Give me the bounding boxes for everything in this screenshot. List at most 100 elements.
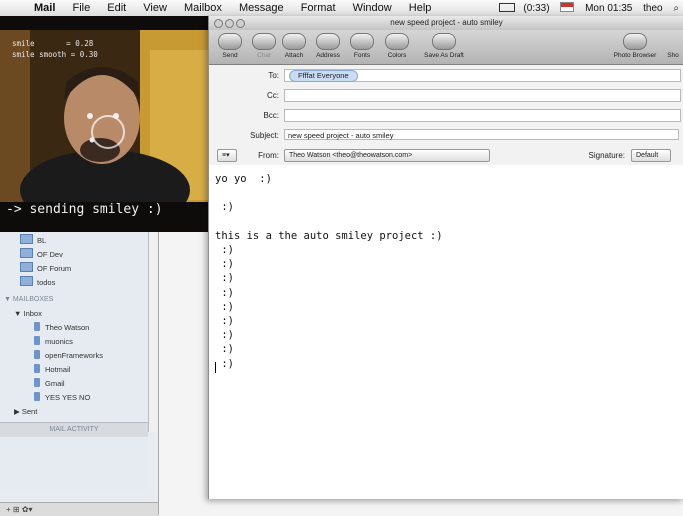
recipient-token[interactable]: Ffffat Everyone <box>289 70 358 82</box>
mailbox-icon <box>34 336 40 345</box>
webcam-overlay: smile = 0.28 smile smooth = 0.30 -> send… <box>0 16 208 232</box>
folder-icon <box>20 262 33 272</box>
sidebar-scrollbar[interactable] <box>148 232 157 432</box>
menu-window[interactable]: Window <box>353 2 392 14</box>
menu-view[interactable]: View <box>143 2 167 14</box>
mailboxes-header[interactable]: ▼ MAILBOXES <box>4 293 53 306</box>
colors-label: Colors <box>387 52 407 59</box>
menu-file[interactable]: File <box>72 2 90 14</box>
inbox-label: ▼ Inbox <box>14 309 42 318</box>
menu-list: Mail File Edit View Mailbox Message Form… <box>34 2 445 14</box>
chat-button[interactable]: Chat <box>247 33 281 59</box>
compose-titlebar[interactable]: new speed project - auto smiley <box>209 16 683 30</box>
battery-time: (0:33) <box>523 3 550 14</box>
smile-readout: smile = 0.28 smile smooth = 0.30 <box>12 39 98 59</box>
address-book-icon <box>316 33 340 50</box>
send-icon <box>218 33 242 50</box>
sidebar-action-bar[interactable]: + ⊞ ✿▾ <box>0 502 158 516</box>
folder-label: OF Forum <box>37 264 72 273</box>
chat-icon <box>252 33 276 50</box>
address-label: Address <box>316 52 340 59</box>
address-button[interactable]: Address <box>311 33 345 59</box>
account-label: Hotmail <box>45 365 71 374</box>
menu-help[interactable]: Help <box>409 2 432 14</box>
folder-item[interactable]: todos <box>20 276 55 289</box>
flag-icon[interactable] <box>560 2 575 12</box>
paperclip-icon <box>282 33 306 50</box>
colors-button[interactable]: Colors <box>380 33 414 59</box>
menu-format[interactable]: Format <box>301 2 336 14</box>
save-draft-label: Save As Draft <box>424 52 464 59</box>
sidebar-item-inbox[interactable]: ▼ Inbox <box>14 307 42 320</box>
photo-browser-label: Photo Browser <box>613 52 657 59</box>
color-wheel-icon <box>385 33 409 50</box>
account-label: Gmail <box>45 379 65 388</box>
window-title: new speed project - auto smiley <box>390 18 503 27</box>
subject-field[interactable]: new speed project - auto smiley <box>284 129 679 140</box>
attach-label: Attach <box>284 52 304 59</box>
fonts-icon <box>350 33 374 50</box>
zoom-icon[interactable] <box>236 19 245 28</box>
account-label: YES YES NO <box>45 393 91 402</box>
mailbox-icon <box>34 378 40 387</box>
sidebar-item-sent[interactable]: ▶ Sent <box>14 405 37 418</box>
fonts-button[interactable]: Fonts <box>345 33 379 59</box>
sidebar-item-account[interactable]: Theo Watson <box>34 321 89 334</box>
folder-label: todos <box>37 278 56 287</box>
close-icon[interactable] <box>214 19 223 28</box>
status-area: (0:33) Mon 01:35 theo ⌕ <box>491 2 679 14</box>
photo-browser-icon <box>623 33 647 50</box>
account-label: muonics <box>45 337 73 346</box>
from-label: From: <box>258 151 279 160</box>
sidebar-item-account[interactable]: muonics <box>34 335 73 348</box>
menu-edit[interactable]: Edit <box>107 2 126 14</box>
spotlight-icon[interactable]: ⌕ <box>673 3 679 14</box>
menu-app[interactable]: Mail <box>34 2 55 14</box>
compose-window: new speed project - auto smiley Send Cha… <box>208 16 683 499</box>
account-label: openFrameworks <box>45 351 103 360</box>
sending-status: -> sending smiley :) <box>6 202 163 217</box>
folder-icon <box>20 234 33 244</box>
signature-select[interactable]: Default <box>631 149 671 162</box>
clock[interactable]: Mon 01:35 <box>585 3 632 14</box>
attach-button[interactable]: Attach <box>277 33 311 59</box>
signature-label: Signature: <box>588 151 625 160</box>
mail-activity-header: MAIL ACTIVITY <box>0 422 148 437</box>
menu-message[interactable]: Message <box>239 2 284 14</box>
folder-icon <box>20 248 33 258</box>
folder-item[interactable]: OF Forum <box>20 262 71 275</box>
chat-label: Chat <box>257 52 271 59</box>
send-button[interactable]: Send <box>213 33 247 59</box>
show-button[interactable]: Sho <box>663 33 683 59</box>
menu-mailbox[interactable]: Mailbox <box>184 2 222 14</box>
user-menu[interactable]: theo <box>643 3 662 14</box>
sidebar-item-account[interactable]: YES YES NO <box>34 391 90 404</box>
draft-icon <box>432 33 456 50</box>
sidebar-item-account[interactable]: openFrameworks <box>34 349 103 362</box>
account-label: Theo Watson <box>45 323 90 332</box>
battery-icon[interactable] <box>499 3 516 12</box>
message-body[interactable]: yo yo :) :) this is a the auto smiley pr… <box>215 172 443 371</box>
folder-label: OF Dev <box>37 250 63 259</box>
mailbox-icon <box>34 350 40 359</box>
from-select[interactable]: Theo Watson <theo@theowatson.com> <box>284 149 490 162</box>
photo-browser-button[interactable]: Photo Browser <box>607 33 663 59</box>
mailbox-icon <box>34 364 40 373</box>
mailbox-icon <box>34 392 40 401</box>
sidebar-actions[interactable]: + ⊞ ✿▾ <box>0 505 33 514</box>
show-label: Sho <box>667 52 679 59</box>
folder-label: BL <box>37 236 47 245</box>
bcc-field[interactable] <box>284 109 681 122</box>
folder-icon <box>20 276 33 286</box>
minimize-icon[interactable] <box>225 19 234 28</box>
cc-field[interactable] <box>284 89 681 102</box>
folder-item[interactable]: OF Dev <box>20 248 63 261</box>
sidebar-item-account[interactable]: Gmail <box>34 377 65 390</box>
sent-label: ▶ Sent <box>14 407 38 416</box>
mailbox-sidebar: BL OF Dev OF Forum todos ▼ MAILBOXES ▼ I… <box>0 232 148 492</box>
save-draft-button[interactable]: Save As Draft <box>417 33 471 59</box>
to-label: To: <box>268 71 279 80</box>
folder-item[interactable]: BL <box>20 234 46 247</box>
sidebar-item-account[interactable]: Hotmail <box>34 363 70 376</box>
compose-toolbar: Send Chat Attach Address Fonts Colors Sa… <box>209 30 683 65</box>
